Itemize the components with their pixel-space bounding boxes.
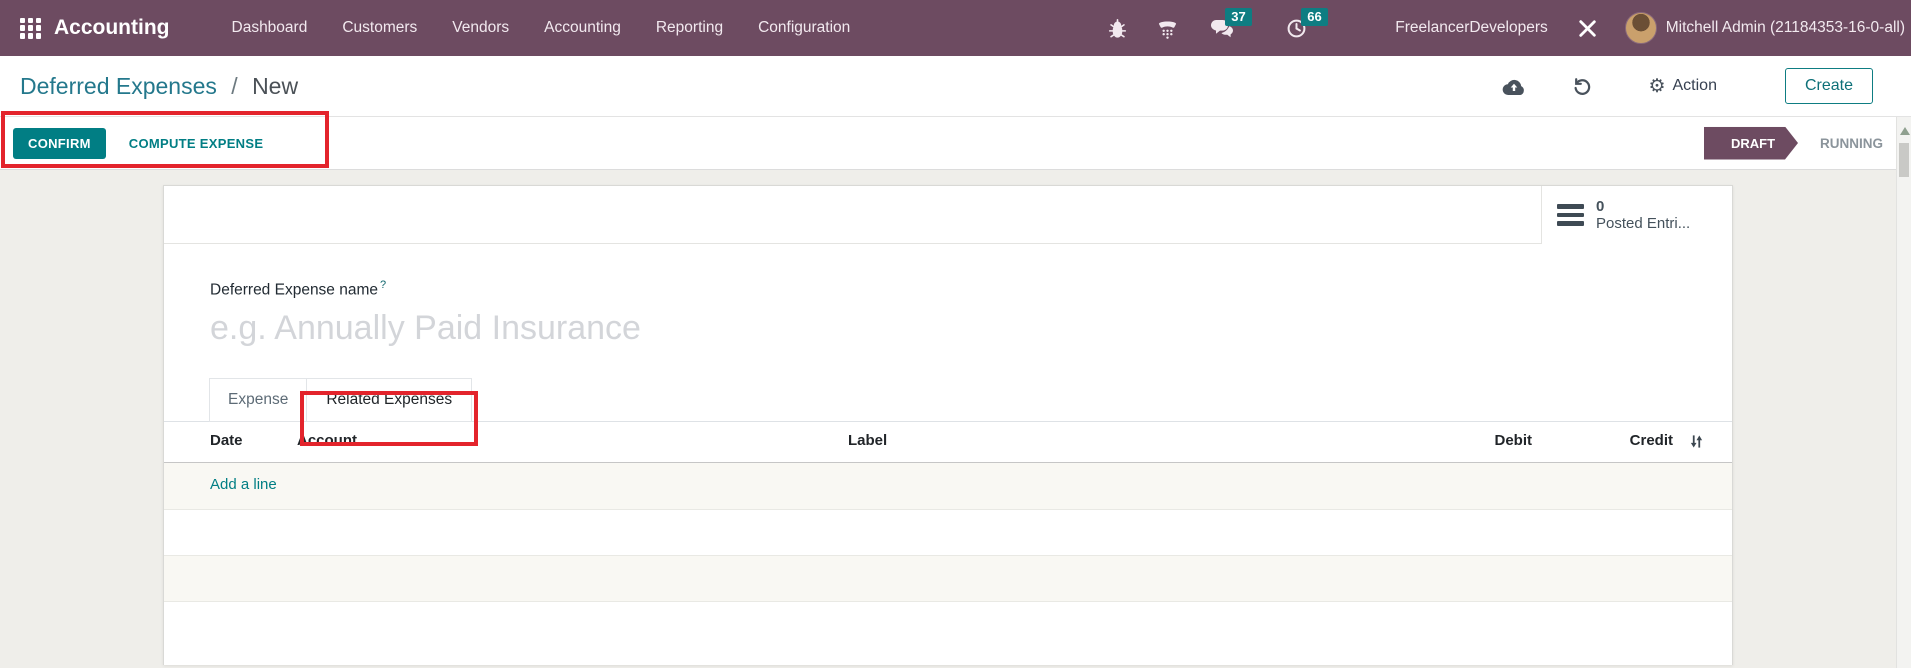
breadcrumb-separator: / xyxy=(231,73,237,99)
tab-related-expenses[interactable]: Related Expenses xyxy=(307,378,472,422)
table-header-row: Date Account Label Debit Credit xyxy=(164,422,1732,463)
posted-entries-stat-button[interactable]: 0 Posted Entri... xyxy=(1541,186,1732,244)
messages-count-badge: 37 xyxy=(1225,8,1251,26)
main-menu: Dashboard Customers Vendors Accounting R… xyxy=(232,19,851,37)
stat-button-row: 0 Posted Entri... xyxy=(164,186,1732,244)
top-navbar: Accounting Dashboard Customers Vendors A… xyxy=(0,0,1911,56)
breadcrumb-deferred-expenses[interactable]: Deferred Expenses xyxy=(20,73,217,99)
apps-grid-icon[interactable] xyxy=(20,18,41,39)
menu-configuration[interactable]: Configuration xyxy=(758,19,850,37)
col-header-label[interactable]: Label xyxy=(848,432,887,449)
cloud-save-icon[interactable] xyxy=(1502,77,1526,96)
company-switcher[interactable]: FreelancerDevelopers xyxy=(1395,19,1548,37)
control-panel: Deferred Expenses / New ⚙ Action C xyxy=(0,56,1911,117)
help-question-icon[interactable]: ? xyxy=(380,279,386,291)
state-widget: DRAFT RUNNING xyxy=(1704,127,1883,160)
breadcrumb: Deferred Expenses / New xyxy=(20,73,298,100)
table-row xyxy=(164,556,1732,602)
posted-entries-count: 0 xyxy=(1596,198,1690,215)
activities-count-badge: 66 xyxy=(1301,8,1327,26)
col-header-account[interactable]: Account xyxy=(297,432,357,449)
messages-icon[interactable]: 37 xyxy=(1210,18,1234,38)
menu-reporting[interactable]: Reporting xyxy=(656,19,723,37)
scrollbar-up-arrow-icon[interactable] xyxy=(1900,127,1910,135)
undo-icon[interactable] xyxy=(1572,76,1592,96)
state-draft[interactable]: DRAFT xyxy=(1704,127,1798,160)
vertical-scrollbar[interactable] xyxy=(1896,117,1911,668)
deferred-expense-name-label: Deferred Expense name xyxy=(210,281,378,298)
breadcrumb-new: New xyxy=(252,73,298,99)
content-area: 0 Posted Entri... Deferred Expense name?… xyxy=(0,170,1896,668)
table-row xyxy=(164,510,1732,556)
menu-accounting[interactable]: Accounting xyxy=(544,19,621,37)
user-avatar[interactable] xyxy=(1625,12,1657,44)
tab-expense[interactable]: Expense xyxy=(209,378,307,422)
add-a-line-link[interactable]: Add a line xyxy=(210,476,277,493)
voip-phone-icon[interactable] xyxy=(1157,18,1178,39)
gear-icon: ⚙ xyxy=(1648,77,1665,96)
menu-dashboard[interactable]: Dashboard xyxy=(232,19,308,37)
scrollbar-thumb[interactable] xyxy=(1899,143,1909,177)
action-menu[interactable]: ⚙ Action xyxy=(1648,77,1717,96)
col-header-credit[interactable]: Credit xyxy=(1630,432,1673,449)
form-statusbar: CONFIRM COMPUTE EXPENSE DRAFT RUNNING xyxy=(0,117,1911,170)
confirm-button[interactable]: CONFIRM xyxy=(13,128,106,159)
app-title[interactable]: Accounting xyxy=(54,16,170,40)
journal-entries-icon xyxy=(1557,204,1584,226)
menu-vendors[interactable]: Vendors xyxy=(452,19,509,37)
user-menu[interactable]: Mitchell Admin (21184353-16-0-all) xyxy=(1666,19,1905,37)
compute-expense-button[interactable]: COMPUTE EXPENSE xyxy=(119,128,274,159)
col-header-debit[interactable]: Debit xyxy=(1495,432,1533,449)
create-button[interactable]: Create xyxy=(1785,68,1873,104)
deferred-expense-name-input[interactable] xyxy=(210,309,1110,348)
debug-bug-icon[interactable] xyxy=(1108,18,1127,39)
table-row xyxy=(164,602,1732,647)
state-running[interactable]: RUNNING xyxy=(1820,136,1883,151)
col-header-date[interactable]: Date xyxy=(210,432,243,449)
add-line-row: Add a line xyxy=(164,463,1732,510)
optional-columns-icon[interactable] xyxy=(1689,434,1704,453)
notebook-tabs: Expense Related Expenses xyxy=(164,378,1732,422)
posted-entries-label: Posted Entri... xyxy=(1596,215,1690,233)
action-menu-label: Action xyxy=(1673,77,1717,95)
menu-customers[interactable]: Customers xyxy=(342,19,417,37)
form-sheet: 0 Posted Entri... Deferred Expense name?… xyxy=(163,185,1733,665)
activities-clock-icon[interactable]: 66 xyxy=(1286,18,1307,39)
tools-icon[interactable] xyxy=(1576,17,1599,40)
